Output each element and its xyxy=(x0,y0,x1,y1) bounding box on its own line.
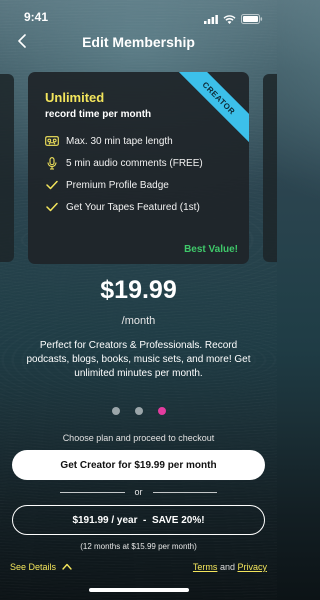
checkout-prompt: Choose plan and proceed to checkout xyxy=(62,433,215,443)
feature-text: 5 min audio comments (FREE) xyxy=(66,157,203,169)
wifi-icon xyxy=(223,11,236,29)
plan-subtitle: record time per month xyxy=(45,109,152,120)
plan-card-creator[interactable]: CREATOR Unlimited record time per month … xyxy=(28,72,249,264)
feature-item: Premium Profile Badge xyxy=(45,174,203,196)
get-creator-monthly-button[interactable]: Get Creator for $19.99 per month xyxy=(12,450,265,480)
plan-name: Unlimited xyxy=(45,90,105,105)
microphone-icon xyxy=(45,156,59,170)
plan-price: $19.99 xyxy=(100,276,177,304)
and-text: and xyxy=(219,562,235,572)
see-details-button[interactable]: See Details xyxy=(10,562,72,572)
feature-list: Max. 30 min tape length 5 min audio comm… xyxy=(45,130,203,218)
see-details-label: See Details xyxy=(10,562,57,572)
carousel-dots xyxy=(0,407,277,415)
header: Edit Membership xyxy=(0,32,277,54)
carousel-dot[interactable] xyxy=(134,407,143,415)
or-divider: or xyxy=(60,487,218,497)
divider-line xyxy=(60,491,125,493)
legal-links: Terms and Privacy xyxy=(193,562,267,572)
cassette-icon xyxy=(45,134,59,148)
plan-description: Perfect for Creators & Professionals. Re… xyxy=(26,340,251,379)
best-value-badge: Best Value! xyxy=(184,244,238,255)
privacy-link[interactable]: Privacy xyxy=(237,562,267,572)
terms-link[interactable]: Terms xyxy=(193,562,218,572)
signal-icon xyxy=(204,11,218,29)
feature-text: Max. 30 min tape length xyxy=(66,135,173,147)
divider-line xyxy=(152,491,218,493)
feature-item: 5 min audio comments (FREE) xyxy=(45,152,203,174)
feature-item: Get Your Tapes Featured (1st) xyxy=(45,196,203,218)
previous-plan-card[interactable] xyxy=(0,74,14,262)
yearly-plan-button[interactable]: $191.99 / year - SAVE 20%! xyxy=(12,505,265,535)
status-icons xyxy=(204,11,263,29)
carousel-dot[interactable] xyxy=(111,407,120,415)
page-title: Edit Membership xyxy=(82,34,195,50)
price-period: /month xyxy=(121,315,156,327)
check-icon xyxy=(45,178,59,192)
or-text: or xyxy=(134,487,143,497)
carousel-dot-active[interactable] xyxy=(157,407,166,415)
feature-text: Get Your Tapes Featured (1st) xyxy=(66,201,200,213)
next-plan-card[interactable] xyxy=(263,74,277,262)
home-indicator xyxy=(89,588,189,592)
yearly-note: (12 months at $15.99 per month) xyxy=(80,542,197,551)
feature-item: Max. 30 min tape length xyxy=(45,130,203,152)
chevron-up-icon xyxy=(62,562,72,572)
status-time: 9:41 xyxy=(24,10,49,24)
check-icon xyxy=(45,200,59,214)
battery-icon xyxy=(241,11,263,29)
status-bar: 9:41 xyxy=(0,0,277,32)
feature-text: Premium Profile Badge xyxy=(66,179,169,191)
